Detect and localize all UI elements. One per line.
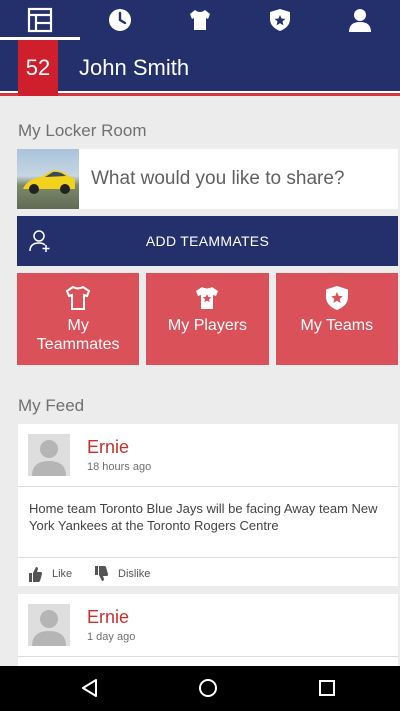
post-actions: Like Dislike	[18, 560, 398, 588]
user-name[interactable]: John Smith	[79, 55, 189, 81]
shield-star-icon	[270, 9, 290, 31]
dashboard-icon	[27, 7, 53, 33]
my-players-label: My Players	[167, 317, 248, 334]
add-teammates-button[interactable]: ADD TEAMMATES	[17, 216, 398, 266]
my-teams-label: My Teams	[300, 317, 374, 334]
author-avatar[interactable]	[28, 434, 70, 476]
tab-players[interactable]	[160, 0, 240, 40]
system-nav-bar	[0, 666, 400, 711]
post-author[interactable]: Ernie	[87, 437, 129, 458]
feed-post: Ernie 18 hours ago Home team Toronto Blu…	[18, 424, 398, 586]
add-user-icon	[29, 230, 50, 252]
share-input[interactable]: What would you like to share?	[91, 168, 344, 190]
car-photo	[23, 170, 75, 194]
jersey-number-badge: 52	[18, 40, 58, 96]
my-players-tile[interactable]: My Players	[146, 273, 269, 365]
clock-icon	[109, 9, 131, 31]
my-teams-tile[interactable]: My Teams	[275, 273, 398, 365]
feed-title: My Feed	[18, 396, 85, 415]
profile-icon	[349, 9, 371, 32]
tab-schedule[interactable]	[80, 0, 160, 40]
shield-star-icon	[325, 286, 348, 310]
home-icon[interactable]	[198, 678, 218, 698]
top-tab-bar	[0, 0, 400, 40]
default-avatar-icon	[32, 440, 66, 476]
tab-dashboard[interactable]	[0, 0, 80, 40]
my-teammates-label: My Teammates	[36, 317, 120, 353]
post-time: 1 day ago	[87, 631, 136, 643]
add-teammates-label: ADD TEAMMATES	[145, 233, 270, 249]
tab-profile[interactable]	[320, 0, 400, 40]
header-stripe	[0, 91, 400, 96]
jersey-star-icon	[196, 287, 219, 309]
dislike-button[interactable]: Dislike	[94, 566, 150, 582]
author-avatar[interactable]	[28, 604, 70, 646]
tab-teams[interactable]	[240, 0, 320, 40]
like-button[interactable]: Like	[28, 566, 72, 582]
post-divider	[18, 557, 398, 558]
post-divider	[18, 486, 398, 487]
post-body: Home team Toronto Blue Jays will be faci…	[29, 501, 378, 533]
user-photo-thumbnail	[17, 149, 79, 209]
profile-header: 52 John Smith	[0, 40, 400, 96]
shirt-icon	[65, 285, 91, 310]
thumbs-down-icon	[95, 566, 108, 581]
locker-room-tiles: My Teammates My Players My Teams	[17, 273, 398, 365]
feed-post: Ernie 1 day ago	[18, 594, 398, 666]
default-avatar-icon	[32, 610, 66, 646]
thumbs-up-icon	[29, 567, 42, 582]
share-box[interactable]: What would you like to share?	[17, 149, 398, 209]
like-label: Like	[52, 568, 73, 580]
my-teammates-tile[interactable]: My Teammates	[17, 273, 140, 365]
locker-room-title: My Locker Room	[18, 121, 147, 140]
jersey-icon	[190, 10, 210, 30]
post-time: 18 hours ago	[87, 461, 152, 473]
dislike-label: Dislike	[118, 568, 151, 580]
recents-icon[interactable]	[317, 678, 337, 698]
post-author[interactable]: Ernie	[87, 607, 129, 628]
post-divider	[18, 656, 398, 657]
back-icon[interactable]	[80, 678, 100, 698]
